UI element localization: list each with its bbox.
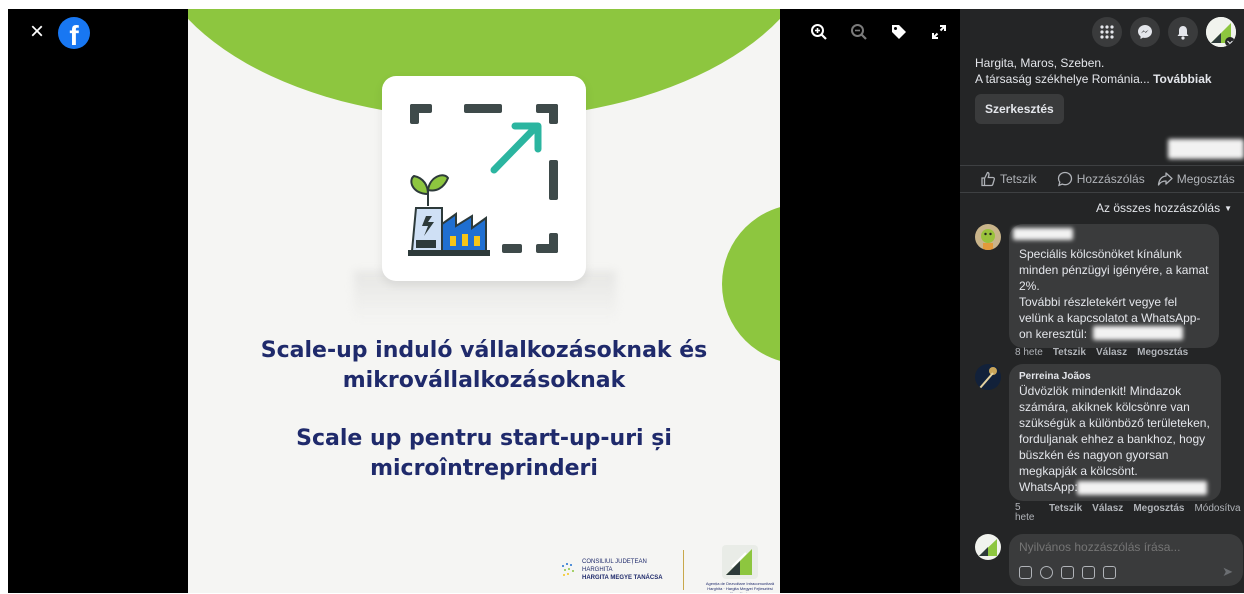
zoom-in-icon[interactable]	[808, 21, 830, 43]
share-label: Megosztás	[1176, 172, 1235, 186]
bell-icon[interactable]	[1168, 17, 1198, 47]
comment-bubble: Perreina Joãos Üdvözlök mindenkit! Minda…	[1009, 364, 1221, 501]
send-icon[interactable]: ➤	[1222, 564, 1233, 580]
share-icon	[1157, 172, 1173, 186]
comment-label: Hozzászólás	[1076, 172, 1145, 186]
comment-reply-link[interactable]: Válasz	[1092, 503, 1123, 523]
filter-label: Az összes hozzászólás	[1096, 201, 1221, 215]
about-line2-text: A társaság székhelye Románia...	[975, 72, 1150, 86]
photo-viewer: × f Scale-up induló vállalkozásoknak és …	[8, 9, 960, 593]
fullscreen-icon[interactable]	[928, 21, 950, 43]
gif-icon[interactable]	[1082, 566, 1095, 579]
comment-text: Üdvözlök mindenkit! Mindazok számára, ak…	[1019, 383, 1211, 495]
comment-item: Perreina Joãos Üdvözlök mindenkit! Minda…	[975, 364, 1221, 501]
headline-romanian: Scale up pentru start-up-uri și microînt…	[188, 424, 780, 484]
like-icon	[981, 171, 996, 187]
comment-line: További részletekért vegye fel	[1019, 295, 1178, 309]
comment-line: forduljanak ehhez a bankhoz, hogy	[1019, 432, 1206, 446]
comment-line: minden pénzügyi igényére, a kamat	[1019, 263, 1209, 277]
comment-item: Speciális kölcsönöket kínálunk minden pé…	[975, 224, 1219, 348]
comment-time[interactable]: 5 hete	[1015, 503, 1045, 523]
facebook-logo-icon[interactable]: f	[58, 17, 90, 49]
top-nav-icons	[1092, 17, 1236, 47]
comment-line: számára, akiknek kölcsönre van	[1019, 400, 1190, 414]
comment-line: 2%.	[1019, 279, 1040, 293]
headline-hu-line2: mikrovállalkozásoknak	[342, 368, 626, 393]
viewer-toolbar	[808, 21, 950, 43]
comment-action[interactable]: Hozzászólás	[1057, 171, 1145, 187]
commenter-name[interactable]: Perreina Joãos	[1019, 370, 1211, 383]
my-avatar	[975, 534, 1001, 560]
composer-tools	[1019, 566, 1116, 579]
redacted-block	[1168, 139, 1244, 159]
comment-icon	[1057, 171, 1072, 187]
emoji-icon[interactable]	[1040, 566, 1053, 579]
comment-bubble: Speciális kölcsönöket kínálunk minden pé…	[1009, 224, 1219, 348]
avatar-sticker-icon[interactable]	[1103, 566, 1116, 579]
share-action[interactable]: Megosztás	[1157, 171, 1235, 187]
comment-share-link[interactable]: Megosztás	[1133, 503, 1184, 523]
scale-up-illustration-card	[382, 76, 586, 281]
post-sidebar: Hargita, Maros, Szeben. A társaság székh…	[960, 9, 1244, 593]
comment-line: velünk a kapcsolatot a WhatsApp-	[1019, 311, 1201, 325]
see-more-link[interactable]: Továbbiak	[1153, 72, 1211, 86]
comment-line: büszkén és nagyon gyorsan	[1019, 448, 1169, 462]
comment-line: Üdvözlök mindenkit! Mindazok	[1019, 384, 1182, 398]
camera-icon[interactable]	[1061, 566, 1074, 579]
headline-ro-line1: Scale up pentru start-up-uri și	[296, 426, 672, 451]
council-line1: CONSILIUL JUDEȚEAN HARGHITA	[582, 559, 647, 573]
agency-caption: Agenția de Dezvoltare Intracomunitară Ha…	[705, 580, 775, 594]
like-label: Tetszik	[1000, 172, 1037, 186]
council-logo-text: CONSILIUL JUDEȚEAN HARGHITA HARGITA MEGY…	[582, 558, 663, 582]
tag-icon[interactable]	[888, 21, 910, 43]
scale-up-factory-icon	[408, 104, 558, 256]
council-line2: HARGITA MEGYE TANÁCSA	[582, 575, 663, 581]
redacted-name	[1013, 228, 1073, 240]
messenger-icon[interactable]	[1130, 17, 1160, 47]
comment-composer: ➤	[975, 534, 1243, 586]
comment-input-box: ➤	[1009, 534, 1243, 586]
council-logo-icon	[560, 560, 578, 580]
comment-meta: 8 hete Tetszik Válasz Megosztás	[1015, 347, 1188, 358]
comment-like-link[interactable]: Tetszik	[1053, 347, 1086, 358]
commenter-avatar[interactable]	[975, 364, 1001, 390]
comment-time[interactable]: 8 hete	[1015, 347, 1043, 358]
about-line1: Hargita, Maros, Szeben.	[975, 56, 1105, 70]
commenter-avatar[interactable]	[975, 224, 1001, 250]
comment-share-link[interactable]: Megosztás	[1137, 347, 1188, 358]
headline-hungarian: Scale-up induló vállalkozásoknak és mikr…	[188, 336, 780, 396]
headline-hu-line1: Scale-up induló vállalkozásoknak és	[260, 338, 708, 363]
zoom-out-icon[interactable]	[848, 21, 870, 43]
sticker-icon[interactable]	[1019, 566, 1032, 579]
comment-filter-dropdown[interactable]: Az összes hozzászólás ▼	[1096, 201, 1232, 215]
post-actions: Tetszik Hozzászólás Megosztás	[960, 165, 1244, 193]
brand-letter: f	[69, 20, 79, 49]
edit-button[interactable]: Szerkesztés	[975, 94, 1064, 124]
comment-line: megkapják a kölcsönt.	[1019, 464, 1138, 478]
agency-logo-icon	[722, 544, 758, 579]
comment-like-link[interactable]: Tetszik	[1049, 503, 1082, 523]
close-icon[interactable]: ×	[26, 20, 48, 44]
chevron-down-icon: ▼	[1224, 203, 1232, 213]
headline-ro-line2: microîntreprinderi	[370, 456, 598, 481]
comment-input[interactable]	[1019, 540, 1229, 554]
comment-line: Speciális kölcsönöket kínálunk	[1019, 247, 1182, 261]
agency-logo: Agenția de Dezvoltare Intracomunitară Ha…	[700, 544, 780, 594]
menu-grid-icon[interactable]	[1092, 17, 1122, 47]
comment-reply-link[interactable]: Válasz	[1096, 347, 1127, 358]
redacted-phone	[1093, 326, 1183, 340]
redacted-phone	[1077, 481, 1207, 495]
page-about-text: Hargita, Maros, Szeben. A társaság székh…	[975, 55, 1212, 87]
comment-time-unit: hete	[1015, 512, 1035, 523]
edited-label: Módosítva	[1194, 503, 1241, 514]
logo-divider	[683, 550, 684, 590]
comment-meta: 5 hete Tetszik Válasz Megosztás Módosítv…	[1015, 503, 1241, 523]
partner-logos: CONSILIUL JUDEȚEAN HARGHITA HARGITA MEGY…	[560, 544, 780, 594]
like-action[interactable]: Tetszik	[980, 171, 1037, 187]
about-line2: A társaság székhelye Románia... Továbbia…	[975, 71, 1212, 87]
account-avatar[interactable]	[1206, 17, 1236, 47]
comment-line-text: on keresztül:	[1019, 327, 1088, 341]
comment-line: szükségük a különböző területeken,	[1019, 416, 1210, 430]
post-image: Scale-up induló vállalkozásoknak és mikr…	[188, 9, 780, 593]
